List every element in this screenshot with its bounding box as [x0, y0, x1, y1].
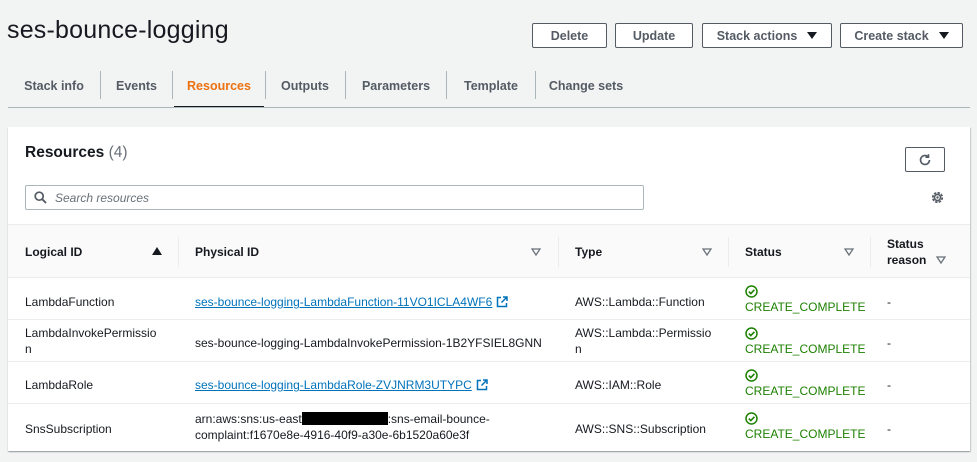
success-check-icon: [745, 369, 758, 382]
cell-type: AWS::Lambda::Function: [575, 295, 705, 309]
type-line2: n: [575, 342, 582, 356]
external-link-icon[interactable]: [476, 379, 488, 391]
delete-button-label: Delete: [550, 28, 589, 43]
cell-logical-id: LambdaRole: [25, 378, 94, 392]
type-line1: AWS::Lambda::Permissio: [575, 326, 712, 340]
update-button[interactable]: Update: [615, 23, 693, 48]
column-header-physical-id[interactable]: Physical ID: [195, 225, 259, 279]
success-check-icon: [745, 327, 758, 340]
column-header-status-reason[interactable]: Status reason: [887, 225, 926, 279]
search-input[interactable]: [55, 190, 615, 205]
cell-status: CREATE_COMPLETE: [745, 285, 865, 315]
cell-logical-id: SnsSubscription: [25, 422, 112, 436]
logical-id-line1: LambdaInvokePermissio: [25, 326, 157, 340]
tab-resources[interactable]: Resources: [174, 64, 264, 108]
update-button-label: Update: [632, 28, 676, 43]
stack-actions-button[interactable]: Stack actions: [702, 23, 832, 48]
cell-status: CREATE_COMPLETE: [745, 412, 865, 442]
status-text: CREATE_COMPLETE: [745, 300, 866, 314]
tab-events[interactable]: Events: [101, 64, 172, 108]
external-link-icon[interactable]: [496, 296, 509, 308]
resources-count: (4): [108, 144, 128, 161]
resources-heading: Resources (4): [25, 144, 128, 162]
status-reason-header-line1: Status: [887, 237, 924, 251]
tab-bar: Stack info Events Resources Outputs Para…: [8, 64, 970, 108]
stack-actions-label: Stack actions: [716, 28, 798, 43]
tab-stack-info[interactable]: Stack info: [8, 64, 100, 108]
physical-id-line2: complaint:f1670e8e-4916-40f9-a30e-6b1520…: [195, 428, 470, 442]
caret-down-icon: [938, 32, 949, 39]
tab-parameters[interactable]: Parameters: [346, 64, 446, 108]
status-text: CREATE_COMPLETE: [745, 384, 866, 398]
cell-type: AWS::SNS::Subscription: [575, 422, 706, 436]
refresh-icon: [919, 153, 931, 165]
status-text: CREATE_COMPLETE: [745, 342, 866, 356]
column-header-type[interactable]: Type: [575, 225, 602, 279]
create-stack-button[interactable]: Create stack: [840, 23, 963, 48]
physical-id-part-b: :sns-email-bounce-: [387, 412, 490, 426]
table-row: LambdaFunction ses-bounce-logging-Lambda…: [8, 279, 970, 320]
search-field: [25, 185, 644, 210]
caret-down-icon: [807, 32, 818, 39]
cell-status-reason: -: [887, 378, 891, 392]
tab-template[interactable]: Template: [447, 64, 535, 108]
cell-physical-id: arn:aws:sns:us-east :sns-email-bounce- co…: [195, 411, 490, 443]
sort-icon[interactable]: [531, 248, 541, 256]
status-text: CREATE_COMPLETE: [745, 427, 866, 441]
cell-status: CREATE_COMPLETE: [745, 327, 865, 357]
physical-id-link[interactable]: ses-bounce-logging-LambdaFunction-11VO1I…: [195, 295, 492, 309]
cell-status-reason: -: [887, 422, 891, 436]
column-divider: [870, 237, 871, 267]
column-divider: [178, 237, 179, 267]
redaction-bar: [301, 412, 388, 425]
cell-physical-id: ses-bounce-logging-LambdaFunction-11VO1I…: [195, 294, 509, 310]
page-title: ses-bounce-logging: [7, 16, 229, 44]
tab-outputs[interactable]: Outputs: [266, 64, 344, 108]
search-icon: [34, 191, 47, 204]
table-header: Logical ID Physical ID Type Status Statu…: [8, 224, 970, 278]
cell-status-reason: -: [887, 295, 891, 309]
column-divider: [558, 237, 559, 267]
tab-underline-rule: [8, 107, 970, 108]
table-row: LambdaInvokePermissio n ses-bounce-loggi…: [8, 321, 970, 362]
sort-ascending-icon[interactable]: [152, 247, 162, 255]
cell-logical-id: LambdaFunction: [25, 295, 115, 309]
tab-change-sets[interactable]: Change sets: [536, 64, 636, 108]
cell-type: AWS::IAM::Role: [575, 378, 662, 392]
sort-icon[interactable]: [936, 256, 946, 264]
cell-type: AWS::Lambda::Permissio n: [575, 325, 711, 357]
success-check-icon: [745, 285, 758, 298]
table-row: LambdaRole ses-bounce-logging-LambdaRole…: [8, 363, 970, 404]
physical-id-part-a: arn:aws:sns:us-east: [195, 412, 302, 426]
success-check-icon: [745, 412, 758, 425]
column-header-status[interactable]: Status: [745, 225, 782, 279]
cell-physical-id: ses-bounce-logging-LambdaRole-ZVJNRM3UTY…: [195, 377, 488, 393]
physical-id-link[interactable]: ses-bounce-logging-LambdaRole-ZVJNRM3UTY…: [195, 378, 472, 392]
create-stack-label: Create stack: [854, 28, 929, 43]
column-divider: [728, 237, 729, 267]
sort-icon[interactable]: [844, 248, 854, 256]
table-row: SnsSubscription arn:aws:sns:us-east :sns-…: [8, 405, 970, 449]
gear-icon[interactable]: [929, 189, 945, 205]
cell-physical-id: ses-bounce-logging-LambdaInvokePermissio…: [195, 336, 542, 350]
column-header-logical-id[interactable]: Logical ID: [25, 225, 82, 279]
status-reason-header-line2: reason: [887, 253, 927, 267]
cell-status: CREATE_COMPLETE: [745, 369, 865, 399]
delete-button[interactable]: Delete: [532, 23, 607, 48]
resources-title: Resources: [25, 144, 105, 161]
sort-icon[interactable]: [702, 248, 712, 256]
logical-id-line2: n: [25, 342, 32, 356]
tab-divider: [172, 71, 173, 99]
cell-logical-id: LambdaInvokePermissio n: [25, 325, 156, 357]
refresh-button[interactable]: [905, 147, 945, 172]
cell-status-reason: -: [887, 336, 891, 350]
resources-panel: Resources (4) Logical ID Physical ID Typ…: [8, 127, 970, 451]
